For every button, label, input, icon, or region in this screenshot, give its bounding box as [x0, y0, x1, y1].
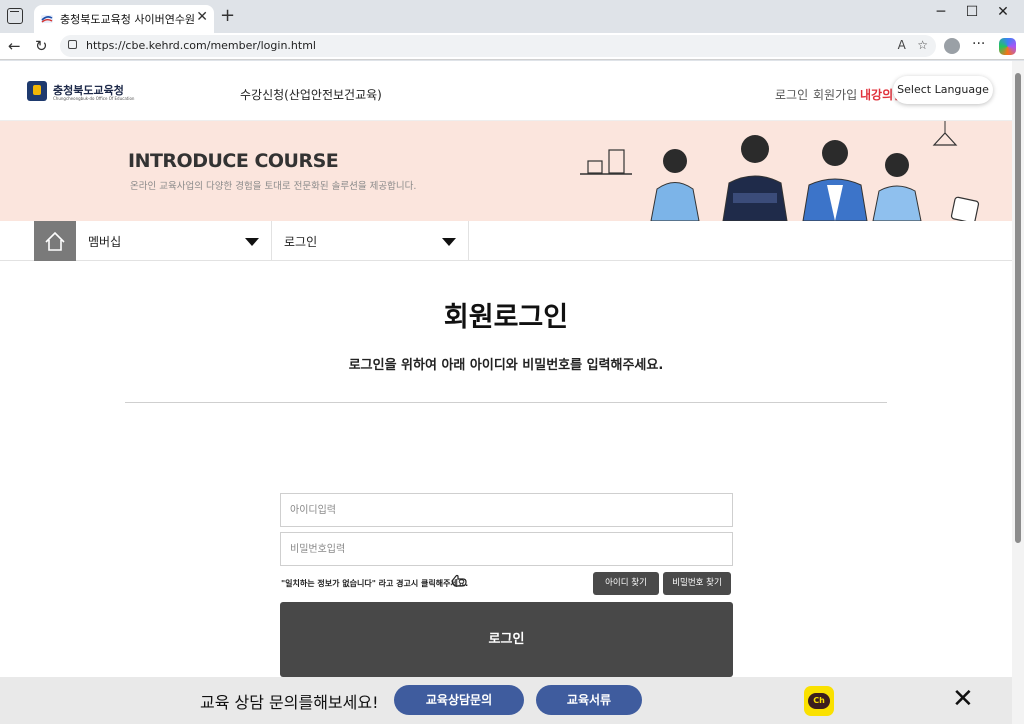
home-icon	[45, 231, 65, 251]
consult-text: 교육 상담 문의를해보세요!	[200, 693, 379, 712]
plus-icon[interactable]: +	[220, 5, 235, 26]
kakao-channel-label: Ch	[808, 693, 830, 709]
consult-bar: 교육 상담 문의를해보세요! 교육상담문의 교육서류 Ch ✕	[0, 677, 1012, 724]
banner-subtitle: 온라인 교육사업의 다양한 경험을 토대로 전문화된 솔루션을 제공합니다.	[130, 181, 417, 192]
close-icon[interactable]: ✕	[952, 684, 974, 714]
site-header: 충청북도교육청 Chungcheongbuk-do Office Of Educ…	[0, 61, 1012, 121]
caret-down-icon	[442, 238, 456, 246]
page-title: 회원로그인	[443, 302, 569, 333]
logo-icon[interactable]	[27, 81, 47, 101]
kakao-channel-icon[interactable]: Ch	[804, 686, 834, 716]
minimize-icon[interactable]: ─	[926, 4, 956, 20]
browser-window: 충청북도교육청 사이버연수원 ✕ + ─ ☐ ✕ ← ↻ https://cbe…	[0, 0, 1024, 724]
home-button[interactable]	[34, 221, 76, 261]
site-favicon-icon	[41, 15, 53, 23]
tab-actions-icon[interactable]	[7, 8, 23, 24]
page-viewport: 충청북도교육청 Chungcheongbuk-do Office Of Educ…	[0, 61, 1024, 724]
location-nav: 멤버십 로그인	[0, 221, 1012, 261]
logo-subtext: Chungcheongbuk-do Office Of Education	[53, 96, 135, 101]
location-depth2-label: 로그인	[284, 235, 318, 249]
profile-icon[interactable]	[944, 38, 960, 54]
util-login-link[interactable]: 로그인	[775, 86, 808, 103]
address-bar: ← ↻ https://cbe.kehrd.com/member/login.h…	[0, 33, 1024, 60]
sub-banner: INTRODUCE COURSE 온라인 교육사업의 다양한 경험을 토대로 전…	[0, 121, 1012, 221]
caret-down-icon	[245, 238, 259, 246]
copilot-icon[interactable]	[999, 38, 1016, 55]
banner-title: INTRODUCE COURSE	[128, 150, 339, 172]
location-depth1-label: 멤버십	[88, 235, 122, 249]
maximize-icon[interactable]: ☐	[957, 4, 987, 20]
url-text: https://cbe.kehrd.com/member/login.html	[86, 39, 316, 52]
read-aloud-icon[interactable]: A	[898, 38, 906, 52]
consult-inquiry-button[interactable]: 교육상담문의	[394, 685, 524, 715]
hand-pointer-icon[interactable]	[449, 572, 469, 588]
divider	[125, 402, 887, 403]
scrollbar-thumb[interactable]	[1015, 73, 1021, 543]
lock-icon	[68, 40, 77, 49]
gnb-course-link[interactable]: 수강신청(산업안전보건교육)	[240, 86, 382, 103]
tab-title: 충청북도교육청 사이버연수원	[60, 13, 196, 26]
find-id-button[interactable]: 아이디 찾기	[593, 572, 659, 595]
password-input[interactable]	[280, 532, 733, 566]
login-submit-button[interactable]: 로그인	[280, 602, 733, 677]
tab-strip: 충청북도교육청 사이버연수원 ✕ + ─ ☐ ✕	[0, 0, 1024, 33]
util-join-link[interactable]: 회원가입	[813, 86, 857, 103]
refresh-icon[interactable]: ↻	[35, 37, 48, 55]
location-depth1-select[interactable]: 멤버십	[76, 221, 272, 261]
page-description: 로그인을 위하여 아래 아이디와 비밀번호를 입력해주세요.	[348, 358, 664, 373]
favorite-star-icon[interactable]: ☆	[917, 38, 928, 52]
back-icon[interactable]: ←	[8, 37, 21, 55]
select-language-button[interactable]: Select Language	[893, 76, 993, 104]
close-icon[interactable]: ✕	[196, 9, 208, 25]
url-field[interactable]: https://cbe.kehrd.com/member/login.html …	[60, 35, 936, 57]
close-window-icon[interactable]: ✕	[988, 4, 1018, 20]
banner-illustration	[580, 121, 980, 221]
find-password-button[interactable]: 비밀번호 찾기	[663, 572, 731, 595]
user-id-input[interactable]	[280, 493, 733, 527]
browser-tab[interactable]: 충청북도교육청 사이버연수원 ✕	[34, 5, 214, 33]
education-documents-button[interactable]: 교육서류	[536, 685, 642, 715]
location-depth2-select[interactable]: 로그인	[272, 221, 469, 261]
page-scrollbar[interactable]	[1012, 61, 1024, 724]
login-hint-text[interactable]: "일치하는 정보가 없습니다" 라고 경고시 클릭해주세요.	[281, 578, 468, 589]
more-icon[interactable]: ···	[972, 36, 985, 52]
